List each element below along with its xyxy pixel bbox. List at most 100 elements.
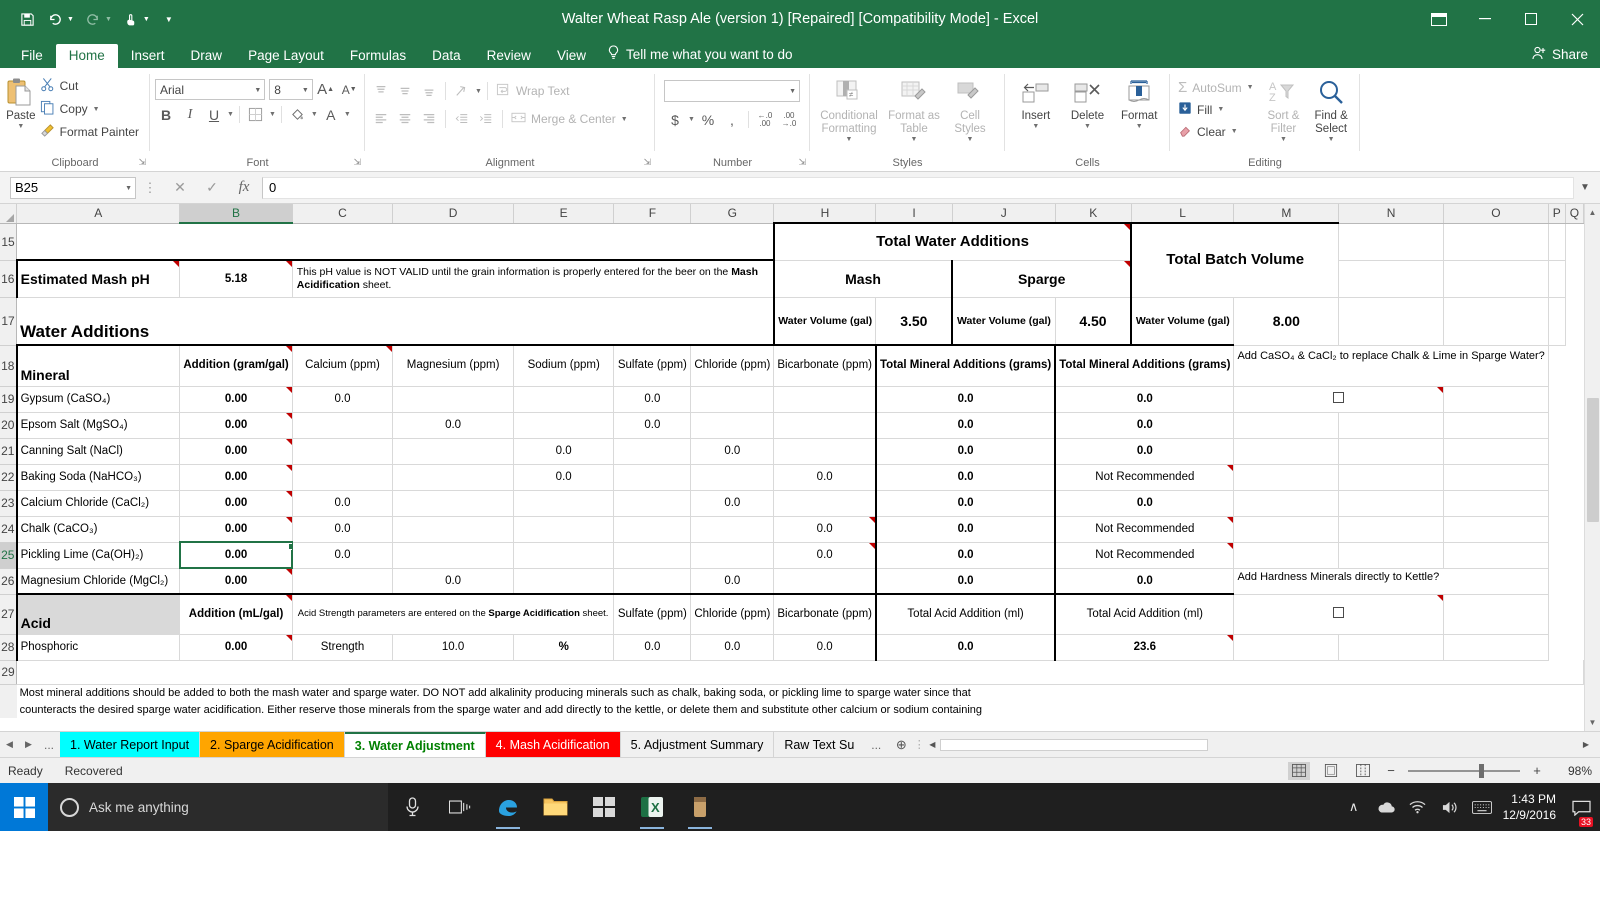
align-bottom-icon[interactable] [418, 81, 440, 102]
decrease-decimal-icon[interactable]: .00 →.0 [778, 109, 800, 130]
cell-acid-addition-header[interactable]: Addition (mL/gal) [179, 593, 293, 635]
enter-icon[interactable]: ✓ [196, 177, 228, 199]
align-right-icon[interactable] [418, 109, 440, 130]
wrap-text-button[interactable]: Wrap Text [493, 80, 576, 102]
tab-view[interactable]: View [544, 44, 599, 69]
microphone-icon[interactable] [388, 783, 436, 831]
fill-dropdown-icon[interactable]: ▼ [1217, 106, 1224, 113]
zoom-in-button[interactable]: + [1530, 763, 1544, 778]
cell-mineral-name[interactable]: Pickling Lime (Ca(OH)₂) [15, 542, 181, 569]
cell-mineral-mash-total[interactable]: 0.0 [874, 438, 1056, 465]
column-header-J[interactable]: J [952, 204, 1056, 224]
undo-icon[interactable] [42, 6, 68, 32]
decrease-font-size-icon[interactable]: A ▼ [338, 79, 360, 100]
cell-O20[interactable] [1443, 412, 1549, 439]
cell-mineral-sparge-total[interactable]: 0.0 [1054, 490, 1235, 517]
tab-home[interactable]: Home [55, 43, 118, 68]
italic-icon[interactable]: I [179, 104, 201, 125]
cell-N25[interactable] [1338, 542, 1444, 569]
find-select-dropdown-icon[interactable]: ▼ [1328, 136, 1335, 144]
name-box-dropdown-icon[interactable]: ▼ [125, 185, 132, 192]
cell-mineral-sulfate[interactable] [613, 568, 692, 595]
row-header-20[interactable]: 20 [0, 412, 18, 439]
clipboard-dialog-launcher[interactable]: ⇲ [138, 157, 146, 168]
merge-center-button[interactable]: Merge & Center ▼ [508, 108, 634, 130]
cell-mash-water-volume[interactable]: 3.50 [875, 297, 953, 346]
cell-sodium-header[interactable]: Sodium (ppm) [513, 344, 615, 387]
clear-dropdown-icon[interactable]: ▼ [1231, 128, 1238, 135]
cell-mineral-header[interactable]: Mineral [15, 344, 181, 387]
cell-acid-sulfate-header[interactable]: Sulfate (ppm) [613, 593, 692, 635]
zoom-level-label[interactable]: 98% [1554, 764, 1592, 778]
cell-mineral-magnesium[interactable] [392, 464, 514, 491]
close-button[interactable] [1554, 0, 1600, 38]
cell-mineral-sodium[interactable]: 0.0 [513, 464, 615, 491]
sheet-tab-3-water-adjustment[interactable]: 3. Water Adjustment [344, 732, 486, 757]
font-size-dropdown-icon[interactable]: ▼ [302, 87, 309, 94]
cell-mineral-chloride[interactable] [690, 386, 775, 413]
tab-data[interactable]: Data [419, 44, 474, 69]
font-color-icon[interactable]: A [320, 104, 342, 125]
cell-mineral-chloride[interactable]: 0.0 [690, 568, 775, 595]
cell-N22[interactable] [1338, 464, 1444, 491]
cell-batch-water-volume[interactable]: 8.00 [1233, 297, 1340, 346]
row-header-25[interactable]: 25 [0, 542, 18, 569]
checkbox-replace-chalk-lime[interactable] [1233, 386, 1444, 413]
cell-mineral-magnesium[interactable] [392, 516, 514, 543]
align-left-icon[interactable] [370, 109, 392, 130]
row-header-17[interactable]: 17 [0, 297, 18, 346]
number-dialog-launcher[interactable]: ⇲ [798, 157, 806, 168]
onedrive-icon[interactable] [1371, 783, 1401, 831]
touch-mode-dropdown-icon[interactable]: ▼ [143, 16, 150, 23]
cell-acid-strength-label[interactable]: Strength [292, 634, 394, 661]
row-header-15[interactable]: 15 [0, 223, 18, 261]
number-format-dropdown-icon[interactable]: ▼ [789, 88, 796, 95]
normal-view-icon[interactable] [1288, 761, 1310, 780]
fill-color-icon[interactable] [287, 104, 309, 125]
column-header-E[interactable]: E [513, 204, 615, 224]
cell-total-batch-volume[interactable]: Total Batch Volume [1130, 222, 1340, 298]
paste-dropdown-icon[interactable]: ▼ [17, 123, 24, 131]
cell-M23[interactable] [1233, 490, 1340, 517]
checkbox-box-icon[interactable] [1333, 392, 1345, 403]
cell-mineral-sulfate[interactable] [613, 438, 692, 465]
cell-mineral-calcium[interactable]: 0.0 [292, 490, 394, 517]
column-header-G[interactable]: G [690, 204, 775, 224]
cell-mineral-sulfate[interactable] [613, 490, 692, 517]
search-input[interactable]: Ask me anything [48, 783, 388, 831]
cell-sparge-water-volume-label[interactable]: Water Volume (gal) [951, 297, 1056, 346]
show-hidden-icons-icon[interactable]: ∧ [1339, 783, 1369, 831]
row-header-26[interactable]: 26 [0, 568, 18, 595]
currency-format-icon[interactable]: $ [664, 109, 686, 130]
cell-estimated-mash-ph-value[interactable]: 5.18 [179, 259, 293, 298]
cell-mineral-magnesium[interactable]: 0.0 [392, 412, 514, 439]
row-header-blank2[interactable] [0, 701, 17, 718]
vertical-scroll-track[interactable] [1584, 221, 1600, 714]
cell-mineral-chloride[interactable] [690, 542, 775, 569]
cell-mineral-mash-total[interactable]: 0.0 [874, 568, 1056, 595]
cell-sparge-header[interactable]: Sparge [951, 260, 1132, 298]
cell-mineral-chloride[interactable]: 0.0 [690, 490, 775, 517]
cell-mineral-bicarbonate[interactable]: 0.0 [773, 464, 877, 491]
tab-insert[interactable]: Insert [118, 44, 178, 69]
font-size-input[interactable]: 8 ▼ [269, 79, 313, 100]
row-header-22[interactable]: 22 [0, 464, 18, 491]
redo-dropdown-icon[interactable]: ▼ [105, 16, 112, 23]
alignment-dialog-launcher[interactable]: ⇲ [643, 157, 651, 168]
row-header-24[interactable]: 24 [0, 516, 18, 543]
keyboard-icon[interactable] [1467, 783, 1497, 831]
cell-mineral-calcium[interactable]: 0.0 [292, 516, 394, 543]
tab-review[interactable]: Review [474, 44, 544, 69]
sort-filter-button[interactable]: AZ Sort & Filter ▼ [1260, 72, 1308, 150]
first-sheet-icon[interactable]: ◀ [0, 732, 19, 757]
decrease-indent-icon[interactable] [451, 109, 473, 130]
cell-O15[interactable] [1338, 223, 1444, 261]
increase-indent-icon[interactable] [475, 109, 497, 130]
fill-button[interactable]: Fill ▼ [1175, 99, 1260, 120]
select-all-corner[interactable] [0, 204, 18, 224]
cell-O27[interactable] [1443, 594, 1549, 635]
cell-mineral-addition[interactable]: 0.00 [178, 541, 294, 569]
cell-acid-addition[interactable]: 0.00 [179, 634, 293, 661]
cell-mineral-calcium[interactable] [292, 568, 394, 595]
tab-split-handle[interactable]: ⋮ [914, 732, 925, 757]
